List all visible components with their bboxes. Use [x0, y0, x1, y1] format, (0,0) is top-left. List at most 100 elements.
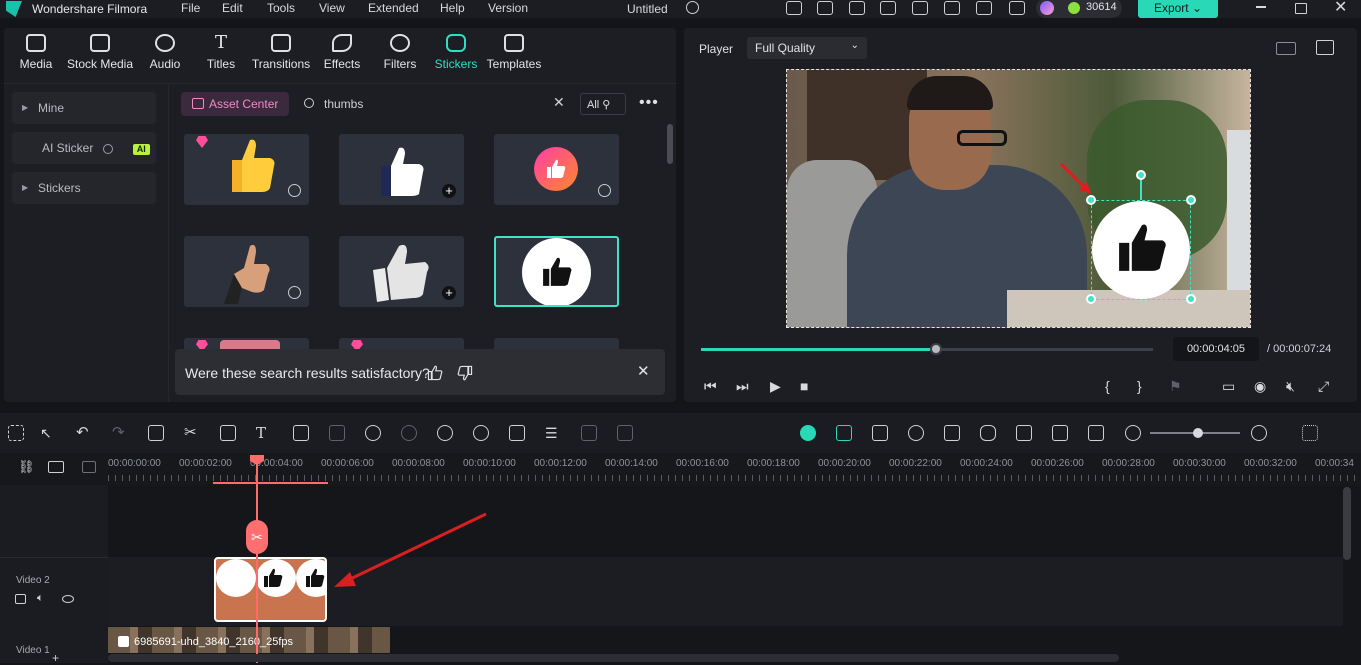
zoom-out-icon[interactable] — [1125, 425, 1141, 441]
add-plus-icon[interactable]: + — [442, 286, 456, 300]
export-button[interactable]: Export ⌄ — [1138, 0, 1218, 18]
compare-view-icon[interactable] — [1276, 42, 1296, 55]
sticker-thumbs-circle-selected[interactable] — [494, 236, 619, 307]
audio-mixer-icon[interactable] — [1016, 425, 1032, 441]
next-frame-icon[interactable]: ⏭ — [736, 378, 749, 395]
playhead[interactable] — [250, 455, 264, 663]
sidebar-item-stickers[interactable]: ▶ Stickers — [12, 172, 156, 204]
save-icon[interactable] — [912, 1, 928, 15]
download-icon[interactable] — [288, 184, 301, 197]
layout-icon[interactable] — [880, 1, 896, 15]
tab-audio[interactable]: Audio — [146, 34, 184, 71]
credits-badge[interactable]: 30614 — [1036, 0, 1122, 18]
search-input[interactable]: thumbs — [324, 97, 363, 111]
video-preview[interactable] — [786, 69, 1251, 328]
panel-options-icon[interactable] — [1302, 425, 1318, 441]
cloud-upload-icon[interactable] — [944, 1, 960, 15]
send-icon[interactable] — [817, 1, 833, 15]
menu-view[interactable]: View — [319, 1, 345, 15]
tab-transitions[interactable]: Transitions — [249, 34, 313, 71]
sticker-thumbs-grey[interactable]: + — [339, 236, 464, 307]
menu-version[interactable]: Version — [488, 1, 528, 15]
quality-dropdown[interactable]: Full Quality ⌄ — [747, 37, 867, 59]
restore-icon[interactable] — [1295, 3, 1307, 14]
mark-out-icon[interactable]: } — [1137, 378, 1142, 394]
menu-tools[interactable]: Tools — [267, 1, 295, 15]
timer-icon[interactable] — [473, 425, 489, 441]
play-icon[interactable]: ▶ — [770, 378, 781, 395]
link-icon[interactable]: ⛓ — [18, 459, 35, 475]
notes-icon[interactable] — [849, 1, 865, 15]
close-feedback-icon[interactable]: ✕ — [637, 362, 650, 380]
split-at-playhead-button[interactable]: ✂ — [246, 520, 268, 554]
timeline-vertical-scrollbar[interactable] — [1343, 487, 1351, 560]
replace-clip-icon[interactable] — [1052, 425, 1068, 441]
undo-icon[interactable]: ↶ — [76, 425, 92, 441]
video-clip[interactable]: 6985691-uhd_3840_2160_25fps — [108, 627, 390, 653]
display-settings-icon[interactable]: ▭ — [1222, 378, 1235, 395]
close-window-icon[interactable]: ✕ — [1334, 0, 1347, 17]
marker-shield-icon[interactable] — [944, 425, 960, 441]
filter-dropdown[interactable]: All ⚲ — [580, 93, 626, 115]
ai-copilot-icon[interactable] — [800, 425, 816, 441]
play-range-icon[interactable] — [908, 425, 924, 441]
ai-tool-icon[interactable] — [437, 425, 453, 441]
playback-progress-bar[interactable] — [701, 343, 1153, 355]
mark-in-icon[interactable]: { — [1105, 378, 1110, 394]
minimize-icon[interactable] — [1256, 6, 1266, 8]
text-icon[interactable]: T — [256, 425, 272, 441]
previous-frame-icon[interactable]: ⏮ — [704, 378, 717, 395]
sticker-thumbs-gradient[interactable] — [494, 134, 619, 205]
render-preview-icon[interactable] — [872, 425, 888, 441]
menu-edit[interactable]: Edit — [222, 1, 243, 15]
zoom-in-icon[interactable] — [1251, 425, 1267, 441]
track-lock-icon[interactable] — [15, 594, 26, 604]
stop-icon[interactable]: ■ — [800, 378, 808, 394]
thumbs-down-feedback-icon[interactable] — [457, 365, 473, 381]
panel-scrollbar[interactable] — [667, 124, 673, 164]
menu-help[interactable]: Help — [440, 1, 465, 15]
clear-search-icon[interactable]: ✕ — [553, 94, 565, 111]
sticker-thumbs-emoji[interactable] — [184, 134, 309, 205]
fullscreen-icon[interactable]: ⤢ — [1318, 378, 1329, 395]
tab-templates[interactable]: Templates — [484, 34, 544, 71]
tab-media[interactable]: Media — [17, 34, 55, 71]
tab-titles[interactable]: T Titles — [203, 34, 239, 72]
current-timecode[interactable]: 00:00:04:05 — [1173, 337, 1259, 361]
keyframe-icon[interactable] — [509, 425, 525, 441]
select-arrow-icon[interactable]: ↖ — [40, 425, 56, 441]
headset-icon[interactable] — [976, 1, 992, 15]
crop-icon[interactable] — [220, 425, 236, 441]
asset-center-button[interactable]: Asset Center — [181, 92, 289, 116]
sticker-hand-thumbs[interactable] — [184, 236, 309, 307]
timeline-ruler[interactable]: ⛓ 00:00:00:00 00:00:02:00 00:00:04:00 00:00… — [0, 453, 1361, 485]
scopes-icon[interactable] — [1316, 40, 1334, 55]
menu-file[interactable]: File — [181, 1, 200, 15]
track-visibility-eye-icon[interactable] — [62, 595, 74, 603]
menu-extended[interactable]: Extended — [368, 1, 419, 15]
shape-icon[interactable] — [293, 425, 309, 441]
rotate-handle[interactable] — [1136, 170, 1146, 180]
layout-grid-icon[interactable] — [8, 425, 24, 441]
track-audio-icon[interactable]: 🔈︎ — [37, 592, 44, 605]
snapshot-icon[interactable]: ◉ — [1254, 378, 1266, 395]
download-icon[interactable] — [598, 184, 611, 197]
playback-scrubber[interactable] — [930, 343, 943, 355]
tab-filters[interactable]: Filters — [379, 34, 421, 71]
tab-effects[interactable]: Effects — [321, 34, 363, 71]
sidebar-item-ai-sticker[interactable]: AI Sticker AI — [12, 132, 156, 164]
resize-handle-bl[interactable] — [1086, 294, 1096, 304]
gift-icon[interactable] — [786, 1, 802, 15]
adjust-sliders-icon[interactable]: ☰ — [545, 425, 561, 441]
zoom-slider-knob[interactable] — [1193, 428, 1203, 438]
sticker-thumbs-white[interactable]: + — [339, 134, 464, 205]
tab-stock-media[interactable]: Stock Media — [66, 34, 134, 71]
snap-icon[interactable] — [836, 425, 852, 441]
add-track-icon[interactable] — [48, 461, 64, 473]
apps-grid-icon[interactable] — [1009, 1, 1025, 15]
sidebar-item-mine[interactable]: ▶ Mine — [12, 92, 156, 124]
fit-timeline-icon[interactable] — [1088, 425, 1104, 441]
microphone-icon[interactable] — [980, 425, 996, 441]
resize-handle-br[interactable] — [1186, 294, 1196, 304]
speed-icon[interactable] — [365, 425, 381, 441]
